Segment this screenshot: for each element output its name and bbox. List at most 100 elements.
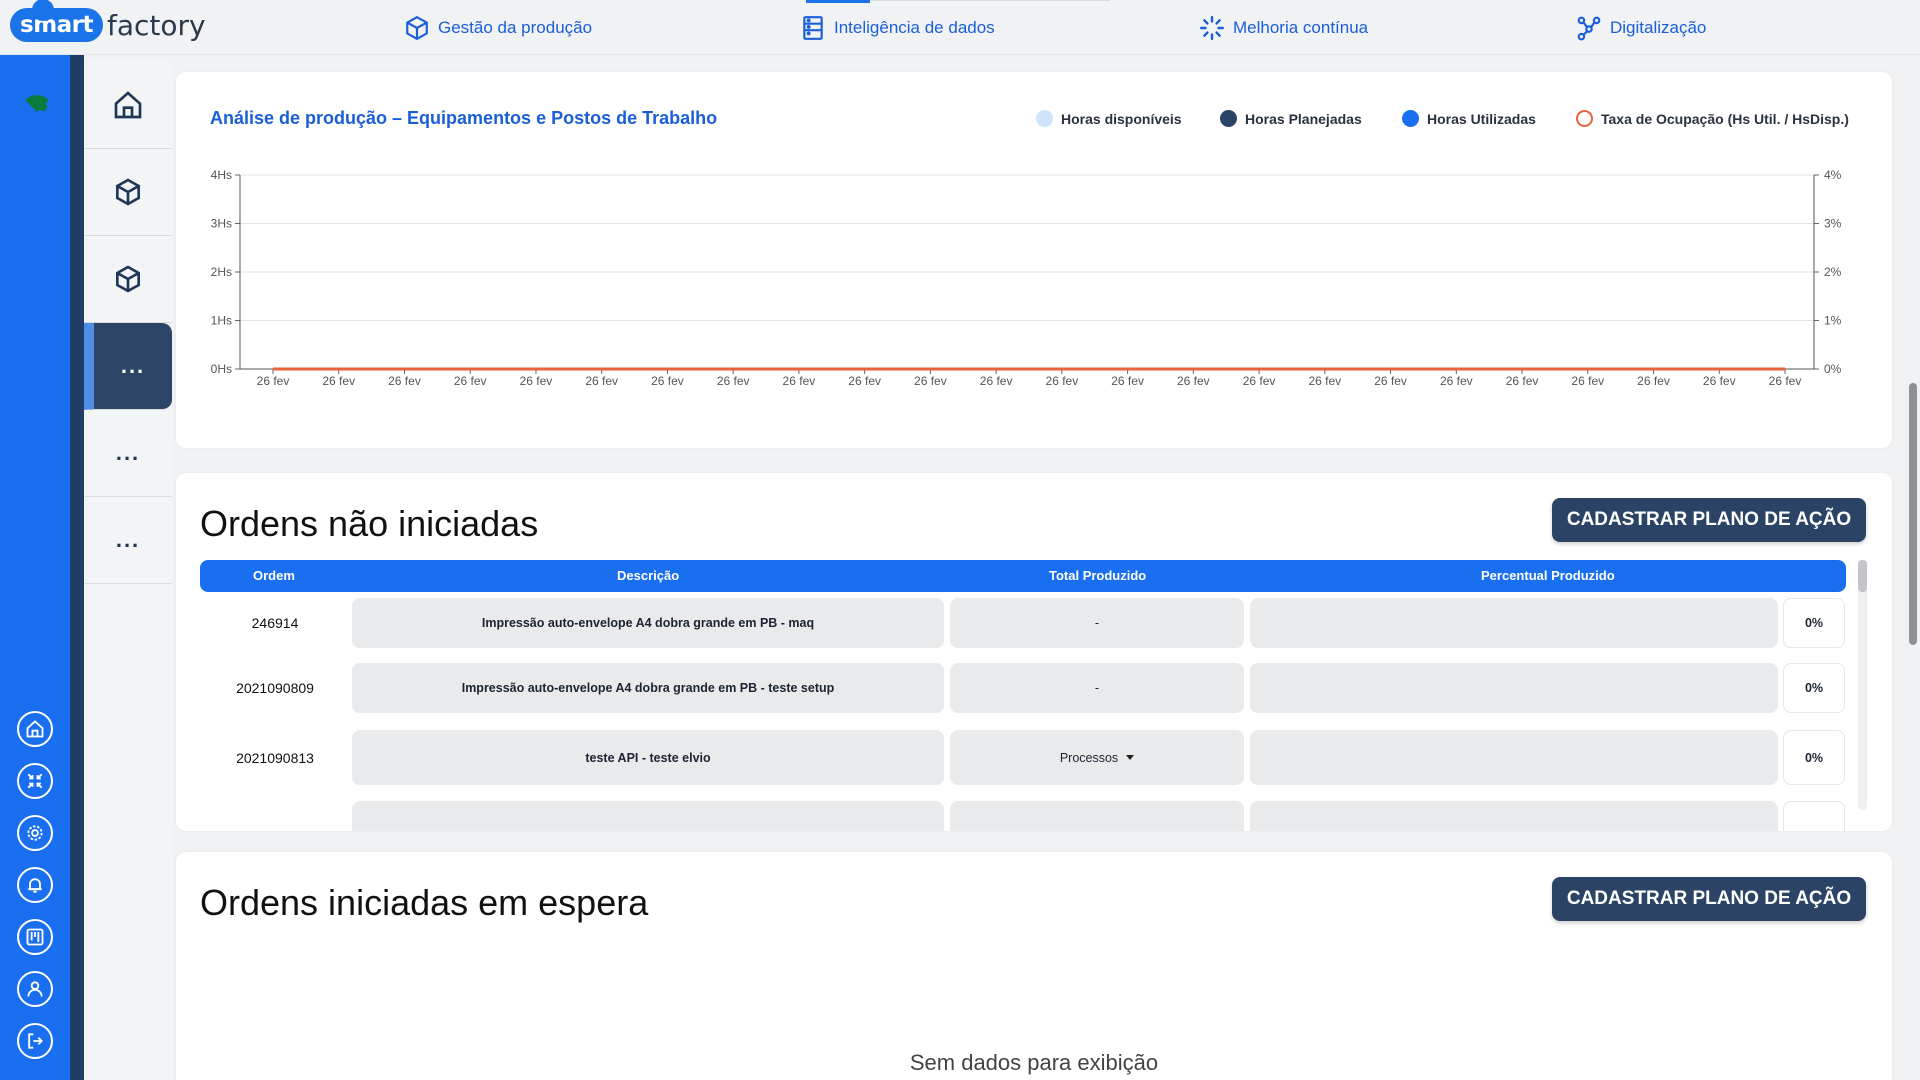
percent-value xyxy=(1783,801,1845,831)
x-tick-label: 26 fev xyxy=(1571,374,1604,388)
y-tick-label-left: 0Hs xyxy=(211,362,232,376)
more-dots: ... xyxy=(115,527,141,552)
topnav-melhoria-label: Melhoria contínua xyxy=(1233,17,1369,37)
table-row[interactable]: 2021090813 teste API - teste elvio Proce… xyxy=(200,730,1846,785)
caret-down-icon xyxy=(1126,755,1135,760)
orders-not-started-card: Ordens não iniciadas CADASTRAR PLANO DE … xyxy=(176,473,1892,831)
total-produced: - xyxy=(950,598,1244,648)
y-tick-label-right: 3% xyxy=(1824,217,1842,231)
sidebar-item-more-active[interactable]: ... xyxy=(84,323,172,410)
x-tick-label: 26 fev xyxy=(980,374,1013,388)
empty-state-message: Sem dados para exibição xyxy=(909,1050,1159,1075)
nodes-icon xyxy=(1577,16,1601,40)
x-tick-label: 26 fev xyxy=(717,374,750,388)
sidebar-item-home[interactable] xyxy=(84,62,172,149)
sidebar-item-box-1[interactable] xyxy=(84,149,172,236)
percent-bar xyxy=(1250,598,1778,648)
topnav-melhoria[interactable]: Melhoria contínua xyxy=(1199,0,1368,55)
home-icon[interactable] xyxy=(17,711,53,747)
topnav-gestao[interactable]: Gestão da produção xyxy=(404,0,592,55)
x-tick-label: 26 fev xyxy=(1308,374,1341,388)
bell-icon[interactable] xyxy=(17,867,53,903)
collapse-icon[interactable] xyxy=(17,763,53,799)
box-icon xyxy=(116,178,140,206)
topnav-digitalizacao[interactable]: Digitalização xyxy=(1576,0,1706,55)
page-scrollbar-thumb[interactable] xyxy=(1909,383,1917,645)
x-tick-label: 26 fev xyxy=(651,374,684,388)
page-scrollbar[interactable] xyxy=(1906,55,1920,1080)
topnav-inteligencia[interactable]: Inteligência de dados xyxy=(800,0,995,55)
topnav-gestao-label: Gestão da produção xyxy=(438,17,593,37)
x-tick-label: 26 fev xyxy=(1111,374,1144,388)
order-number: 2021090813 xyxy=(236,749,314,766)
x-tick-label: 26 fev xyxy=(1506,374,1539,388)
cube-icon xyxy=(406,15,428,40)
box-icon xyxy=(116,265,140,293)
table-scrollbar-thumb[interactable] xyxy=(1858,560,1867,592)
section-title: Ordens não iniciadas xyxy=(200,503,539,544)
logo-factory: factory xyxy=(107,8,206,42)
x-tick-label: 26 fev xyxy=(520,374,553,388)
user-icon[interactable] xyxy=(17,971,53,1007)
percent-bar xyxy=(1250,663,1778,713)
production-line-chart: 0Hs 0% 1Hs 1% 2Hs 2% 3Hs 3% 4Hs 4% 26 fev 26 fev 26 … xyxy=(211,168,1842,388)
x-tick-label: 26 fev xyxy=(1046,374,1079,388)
production-chart-card: Análise de produção – Equipamentos e Pos… xyxy=(176,72,1892,448)
x-tick-label: 26 fev xyxy=(322,374,355,388)
x-tick-label: 26 fev xyxy=(257,374,290,388)
board-icon[interactable] xyxy=(17,919,53,955)
order-description: teste API - teste elvio xyxy=(352,730,944,785)
column-header-total[interactable]: Total Produzido xyxy=(1049,568,1146,583)
y-tick-label-left: 2Hs xyxy=(211,265,232,279)
more-dots: ... xyxy=(115,440,141,465)
processes-dropdown-label: Processos xyxy=(1059,750,1119,765)
y-tick-label-right: 2% xyxy=(1824,265,1842,279)
percent-value: 0% xyxy=(1783,663,1845,713)
topnav-digitalizacao-label: Digitalização xyxy=(1610,17,1707,37)
top-bar: smart factory Gestão da produção Intelig… xyxy=(0,0,1920,55)
secondary-sidebar: ... ... ... xyxy=(84,62,172,1080)
table-row[interactable]: 246914 Impressão auto-envelope A4 dobra … xyxy=(200,598,1846,648)
logo-smart: smart xyxy=(10,0,104,42)
table-scrollbar[interactable] xyxy=(1858,560,1867,810)
x-tick-label: 26 fev xyxy=(388,374,421,388)
processes-dropdown[interactable]: Processos xyxy=(950,730,1244,785)
column-header-percent[interactable]: Percentual Produzido xyxy=(1481,568,1615,583)
x-tick-label: 26 fev xyxy=(1177,374,1210,388)
x-tick-label: 26 fev xyxy=(585,374,618,388)
orders-waiting-card: Ordens iniciadas em espera CADASTRAR PLA… xyxy=(176,852,1892,1080)
sidebar-item-more-2[interactable]: ... xyxy=(84,410,172,497)
percent-bar xyxy=(1250,801,1778,831)
logo[interactable]: smart factory xyxy=(10,0,206,42)
y-tick-label-right: 0% xyxy=(1824,362,1842,376)
x-tick-label: 26 fev xyxy=(1769,374,1802,388)
column-header-description[interactable]: Descrição xyxy=(617,568,679,583)
percent-value: 0% xyxy=(1783,730,1845,785)
order-number: 246914 xyxy=(251,615,299,631)
table-row-partial[interactable] xyxy=(200,801,1846,831)
total-produced xyxy=(950,801,1244,831)
sidebar-item-more-3[interactable]: ... xyxy=(84,497,172,584)
y-tick-label-right: 1% xyxy=(1824,314,1842,328)
x-tick-label: 26 fev xyxy=(1703,374,1736,388)
spinner-icon xyxy=(1199,15,1225,40)
x-tick-label: 26 fev xyxy=(1243,374,1276,388)
register-action-plan-button[interactable]: CADASTRAR PLANO DE AÇÃO xyxy=(1552,877,1866,921)
percent-bar xyxy=(1250,730,1778,785)
rail-divider xyxy=(70,55,84,1080)
column-header-order[interactable]: Ordem xyxy=(253,568,295,583)
x-tick-label: 26 fev xyxy=(1440,374,1473,388)
x-tick-label: 26 fev xyxy=(1374,374,1407,388)
topnav-inteligencia-label: Inteligência de dados xyxy=(834,17,995,37)
y-tick-label-left: 4Hs xyxy=(211,168,232,182)
sidebar-item-box-2[interactable] xyxy=(84,236,172,323)
logout-icon[interactable] xyxy=(17,1023,53,1059)
order-description: Impressão auto-envelope A4 dobra grande … xyxy=(352,663,944,713)
settings-icon[interactable] xyxy=(17,815,53,851)
y-tick-label-right: 4% xyxy=(1824,168,1842,182)
order-description xyxy=(352,801,944,831)
total-produced: - xyxy=(950,663,1244,713)
register-action-plan-button[interactable]: CADASTRAR PLANO DE AÇÃO xyxy=(1552,498,1866,542)
table-row[interactable]: 2021090809 Impressão auto-envelope A4 do… xyxy=(200,663,1846,713)
percent-value: 0% xyxy=(1783,598,1845,648)
